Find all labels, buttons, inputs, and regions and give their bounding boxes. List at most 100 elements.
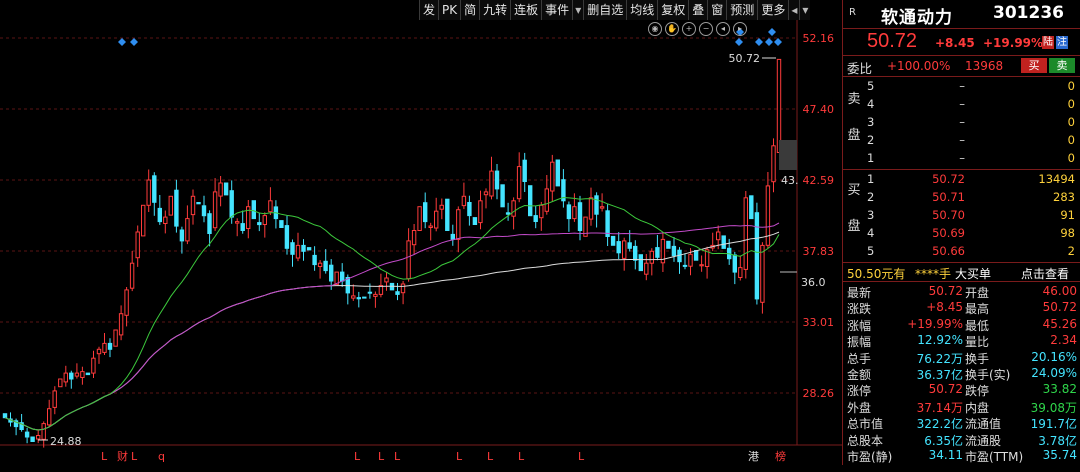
stat-value: 12.92%	[917, 333, 963, 348]
r-badge: R	[849, 7, 856, 18]
candle-body	[36, 435, 41, 440]
candle-body	[693, 250, 699, 261]
stock-code: 301236	[993, 3, 1064, 23]
toolbar-button-10[interactable]: 叠	[688, 0, 708, 20]
buy-book-level-price[interactable]: 50.70	[865, 208, 965, 222]
candle-body	[69, 372, 74, 380]
toolbar-button-3[interactable]: 九转	[479, 0, 511, 20]
candle-body	[185, 218, 190, 242]
candle-body	[599, 206, 605, 209]
candle-body	[190, 195, 196, 216]
buy-book-level-price[interactable]: 50.71	[865, 190, 965, 204]
candle-body	[124, 289, 129, 316]
chart-toolbar: 发 PK 简九转 连板 事件 ▾ 删自选 均线 复权叠窗预测 更多 ◂ ▾	[419, 0, 811, 20]
zoom-in-icon[interactable]: +	[682, 22, 696, 36]
toolbar-button-6[interactable]: ▾	[572, 0, 584, 20]
candle-body	[566, 204, 572, 220]
toolbar-button-14[interactable]: ◂	[788, 0, 800, 20]
hk-connect-tag[interactable]: 陆	[1042, 36, 1054, 49]
candle-body	[749, 195, 754, 220]
sell-book-level-price[interactable]: –	[865, 151, 965, 165]
candle-body	[141, 204, 146, 237]
candle-body	[533, 215, 538, 223]
view-detail-link[interactable]: 点击查看	[1021, 265, 1069, 282]
candle-body	[179, 229, 185, 242]
right-tag-label: 43.	[781, 174, 799, 187]
buy-book-side-char-2: 盘	[847, 219, 861, 234]
toolbar-button-5[interactable]: 事件	[541, 0, 573, 20]
sell-button[interactable]: 卖	[1049, 58, 1075, 73]
toolbar-button-2[interactable]: 简	[460, 0, 480, 20]
toolbar-button-4[interactable]: 连板	[510, 0, 542, 20]
price-axis-label: 47.40	[803, 103, 835, 116]
stats-table: 最新 50.72 开盘 46.00 涨跌 +8.45 最高 50.72 涨幅 +19.99% 最低 4…	[843, 282, 1080, 472]
registration-tag[interactable]: 注	[1056, 36, 1068, 49]
candle-body	[317, 262, 323, 268]
bottom-event-marker: 财	[117, 449, 128, 463]
toolbar-button-15[interactable]: ▾	[799, 0, 811, 20]
price-axis-label: 42.59	[803, 174, 835, 187]
stat-label: 涨跌	[847, 302, 872, 317]
toolbar-button-0[interactable]: 发	[419, 0, 439, 20]
price-axis-label: 37.83	[803, 245, 835, 258]
buy-book-level-price[interactable]: 50.66	[865, 244, 965, 258]
candle-body	[207, 213, 212, 234]
buy-book-level-volume: 13494	[1038, 172, 1075, 186]
sell-book-level-volume: 0	[1067, 151, 1075, 165]
stat-value: 24.09%	[1031, 366, 1077, 380]
candle-body	[550, 161, 555, 192]
sell-book-level-price[interactable]: –	[865, 79, 965, 93]
candle-body	[284, 225, 290, 249]
zoom-out-icon[interactable]: −	[699, 22, 713, 36]
sell-book-level-price[interactable]: –	[865, 133, 965, 147]
sell-book-level-price[interactable]: –	[865, 115, 965, 129]
candle-body	[638, 254, 643, 272]
candle-body	[2, 413, 8, 419]
bottom-event-marker: 榜	[775, 449, 786, 463]
buy-book-level-price[interactable]: 50.69	[865, 226, 965, 240]
toolbar-button-12[interactable]: 预测	[726, 0, 758, 20]
candle-body	[588, 197, 594, 220]
candle-body	[306, 247, 312, 251]
scroll-right-icon[interactable]: ▸	[733, 22, 747, 36]
big-order-row[interactable]: 50.50元有 ****手 大买单 点击查看	[843, 263, 1080, 282]
toolbar-button-1[interactable]: PK	[438, 0, 461, 20]
hand-icon[interactable]: ✋	[665, 22, 679, 36]
sell-book-level-price[interactable]: –	[865, 97, 965, 111]
candle-body	[102, 342, 107, 353]
toolbar-button-8[interactable]: 均线	[626, 0, 658, 20]
stat-label: 总手	[847, 351, 872, 366]
toolbar-button-11[interactable]: 窗	[707, 0, 727, 20]
candle-body	[52, 390, 57, 408]
eye-icon[interactable]: ◉	[648, 22, 662, 36]
price-row: 50.72 +8.45 +19.99% 陆 注	[843, 29, 1080, 56]
event-diamond-icon	[768, 28, 776, 36]
bottom-event-marker: L	[394, 450, 401, 463]
bottom-event-marker: q	[158, 450, 165, 463]
stat-label: 开盘	[965, 286, 990, 300]
stat-label: 涨幅	[847, 318, 872, 333]
candle-body	[41, 423, 46, 440]
candle-body	[367, 291, 373, 294]
candle-body	[356, 297, 362, 300]
stat-value: 45.26	[1042, 316, 1077, 331]
scroll-left-icon[interactable]: ◂	[716, 22, 730, 36]
weibi-num: 13968	[965, 59, 1004, 73]
bottom-event-marker: L	[456, 450, 463, 463]
stat-label: 外盘	[847, 400, 872, 415]
price-axis-label: 28.26	[803, 387, 835, 400]
candle-body	[610, 235, 616, 246]
stat-label: 跌停	[965, 384, 990, 399]
toolbar-button-13[interactable]: 更多	[757, 0, 789, 20]
toolbar-button-9[interactable]: 复权	[657, 0, 689, 20]
candle-body	[351, 295, 356, 299]
buy-book-level-price[interactable]: 50.72	[865, 172, 965, 186]
toolbar-button-7[interactable]: 删自选	[583, 0, 627, 20]
candle-body	[395, 291, 400, 295]
buy-button[interactable]: 买	[1021, 58, 1047, 73]
kline-chart-canvas[interactable]: 52.16 47.40 42.59 37.83 33.01 28.26 50.72 24.88…	[0, 0, 842, 465]
kline-chart-panel[interactable]: 52.16 47.40 42.59 37.83 33.01 28.26 50.72 24.88…	[0, 0, 842, 465]
low-price-label: 24.88	[50, 435, 82, 448]
buy-book-level-volume: 98	[1060, 226, 1075, 240]
sell-book-side-label: 卖盘	[847, 91, 861, 145]
